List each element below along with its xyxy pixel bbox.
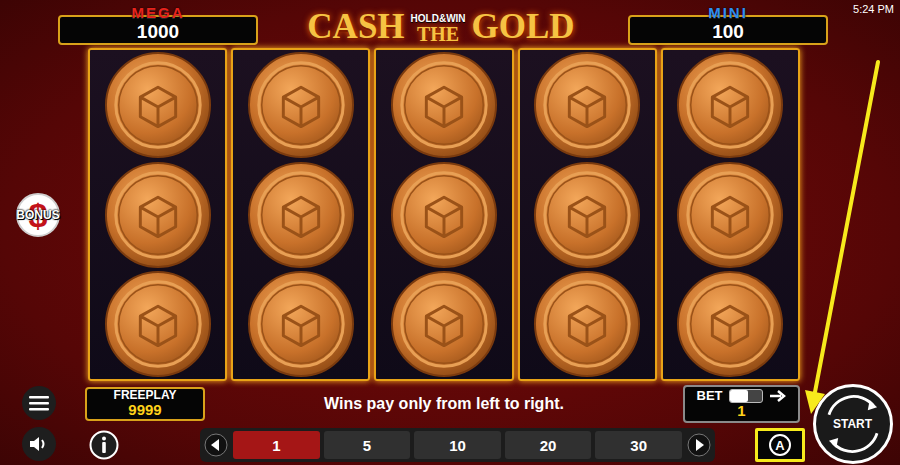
- jackpot-panel: MINI 100: [628, 15, 828, 45]
- arrow-left-icon: [204, 433, 228, 457]
- coin-symbol-icon: [533, 51, 641, 159]
- coin-symbol-icon: [676, 270, 784, 378]
- info-button[interactable]: [88, 429, 120, 461]
- reel-column: [374, 48, 513, 381]
- previous-bet-button[interactable]: [203, 432, 229, 458]
- arrow-right-icon: [769, 390, 787, 402]
- coin-symbol-icon: [533, 161, 641, 269]
- freeplay-label: FREEPLAY: [114, 389, 177, 402]
- coin-symbol-icon: [104, 51, 212, 159]
- coin-symbol-icon: [390, 161, 498, 269]
- bet-option[interactable]: 10: [414, 431, 501, 459]
- reel-column: [231, 48, 370, 381]
- title-badge: HOLD&WIN: [411, 14, 466, 24]
- bet-toggle[interactable]: [729, 389, 763, 403]
- coin-symbol-icon: [390, 51, 498, 159]
- left-tools: [0, 383, 85, 465]
- coin-symbol-icon: [676, 51, 784, 159]
- coin-symbol-icon: [390, 270, 498, 378]
- autoplay-button[interactable]: A: [755, 428, 805, 462]
- coin-symbol-icon: [247, 51, 355, 159]
- next-bet-button[interactable]: [686, 432, 712, 458]
- info-row: FREEPLAY 9999 Wins pay only from left to…: [85, 383, 805, 425]
- bet-option[interactable]: 30: [595, 431, 682, 459]
- jackpot-value: 1000: [137, 17, 179, 43]
- right-side: [800, 46, 900, 383]
- left-side: $ BONUS: [0, 46, 88, 383]
- jackpot-label: MEGA: [132, 5, 185, 20]
- title-word: GOLD: [472, 9, 575, 44]
- bet-value: 1: [737, 403, 745, 420]
- coin-symbol-icon: [104, 270, 212, 378]
- reel-column: [518, 48, 657, 381]
- bet-label: BET: [697, 389, 723, 403]
- title-word: THE: [417, 24, 459, 44]
- title-middle: HOLD&WIN THE: [411, 14, 466, 44]
- bet-option[interactable]: 5: [324, 431, 411, 459]
- freeplay-balance: FREEPLAY 9999: [85, 387, 205, 421]
- info-icon: [89, 430, 119, 460]
- jackpot-value: 100: [712, 17, 744, 43]
- toggle-knob: [730, 390, 748, 402]
- reel-area: $ BONUS: [0, 46, 900, 383]
- coin-symbol-icon: [533, 270, 641, 378]
- menu-icon: [29, 395, 49, 411]
- freeplay-value: 9999: [128, 402, 161, 419]
- coin-symbol-icon: [247, 161, 355, 269]
- info-message: Wins pay only from left to right.: [205, 395, 683, 413]
- bet-header: BET: [697, 389, 787, 403]
- autoplay-label: A: [769, 434, 791, 456]
- jackpot-panel: MEGA 1000: [58, 15, 258, 45]
- game-title: CASH HOLD&WIN THE GOLD: [258, 9, 624, 46]
- reel-column: [661, 48, 800, 381]
- reel-column: [88, 48, 227, 381]
- jackpot-label: MINI: [708, 5, 748, 20]
- clock: 5:24 PM: [853, 0, 900, 15]
- start-button[interactable]: START: [813, 384, 893, 464]
- top-bar: MEGA 1000 CASH HOLD&WIN THE GOLDMINI 100…: [0, 0, 900, 46]
- annotation-arrow-icon: [0, 0, 900, 465]
- start-area: START: [805, 383, 900, 465]
- sound-button[interactable]: [22, 427, 56, 461]
- reels: [88, 46, 800, 383]
- bet-option[interactable]: 1: [233, 431, 320, 459]
- bonus-button[interactable]: $ BONUS: [14, 191, 62, 239]
- coin-symbol-icon: [676, 161, 784, 269]
- speaker-icon: [29, 435, 49, 453]
- title-word: CASH: [307, 9, 404, 44]
- bonus-label: BONUS: [16, 208, 59, 222]
- start-label: START: [833, 417, 872, 431]
- bet-row: 15102030 A: [85, 425, 805, 465]
- controls: FREEPLAY 9999 Wins pay only from left to…: [85, 383, 805, 465]
- coin-symbol-icon: [104, 161, 212, 269]
- menu-button[interactable]: [22, 386, 56, 420]
- slot-game-screen: MEGA 1000 CASH HOLD&WIN THE GOLDMINI 100…: [0, 0, 900, 465]
- bet-option[interactable]: 20: [505, 431, 592, 459]
- coin-symbol-icon: [247, 270, 355, 378]
- bet-box: BET 1: [683, 385, 800, 423]
- bet-selector: 15102030: [200, 428, 715, 462]
- arrow-right-icon: [687, 433, 711, 457]
- control-bar: FREEPLAY 9999 Wins pay only from left to…: [0, 383, 900, 465]
